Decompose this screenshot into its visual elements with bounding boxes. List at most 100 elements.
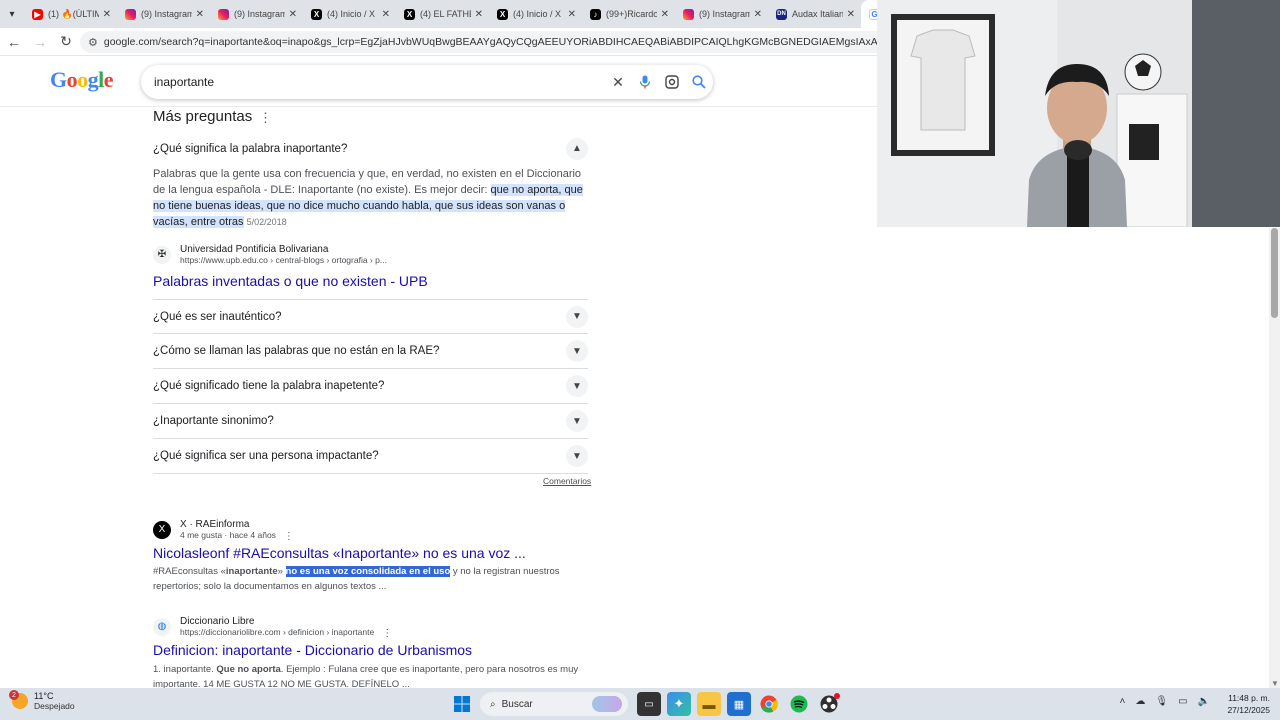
close-icon[interactable]: ✕ [475, 9, 483, 20]
tiktok-icon: ♪ [590, 8, 601, 20]
tab-0[interactable]: ▶ (1) 🔥(ÚLTIM ✕ [24, 0, 117, 28]
weather-widget[interactable]: 2 11°C Despejado [9, 690, 75, 711]
google-logo[interactable]: Google [50, 67, 114, 93]
paa-question-4[interactable]: ¿Inaportante sinonimo? ▼ [153, 404, 588, 439]
paa-question-text: ¿Cómo se llaman las palabras que no está… [153, 345, 440, 357]
scroll-down-icon[interactable]: ▼ [1271, 679, 1279, 688]
taskbar-search-label: Buscar [501, 698, 533, 710]
webcam-image [877, 0, 1280, 227]
close-icon[interactable]: ✕ [754, 9, 762, 20]
close-icon[interactable]: ✕ [103, 9, 111, 20]
x-icon: X [404, 8, 415, 20]
source-url: https://diccionariolibre.com › definicio… [180, 627, 375, 637]
close-icon[interactable]: ✕ [568, 9, 576, 20]
weather-condition: Despejado [34, 701, 75, 711]
taskbar-search[interactable]: ⌕ Buscar [480, 692, 628, 716]
tab-1[interactable]: (9) Instagram ✕ [117, 0, 210, 28]
chrome-icon[interactable] [757, 692, 781, 716]
chevron-down-icon[interactable]: ▼ [566, 305, 588, 328]
chevron-down-icon[interactable]: ▼ [566, 445, 588, 467]
close-icon[interactable]: ✕ [661, 9, 669, 20]
store-icon[interactable]: ▦ [727, 692, 751, 716]
notification-badge: 2 [9, 690, 19, 700]
answer-date: 5/02/2018 [246, 217, 287, 227]
youtube-icon: ▶ [32, 8, 43, 20]
reload-icon[interactable]: ↻ [54, 30, 78, 54]
source-url: https://www.upb.edu.co › central-blogs ›… [180, 255, 387, 265]
microphone-icon[interactable] [632, 69, 658, 95]
paa-question-text: ¿Inaportante sinonimo? [153, 415, 274, 427]
forward-icon[interactable]: → [28, 30, 52, 54]
back-icon[interactable]: ← [2, 30, 26, 54]
recording-dot-icon [834, 693, 840, 699]
tab-3[interactable]: X (4) Inicio / X ✕ [303, 0, 396, 28]
result-source[interactable]: X X · RAEinforma 4 me gusta · hace 4 año… [153, 517, 294, 542]
tab-8[interactable]: DN Audax Italiano ✕ [768, 0, 861, 28]
chevron-up-icon[interactable]: ▲ [566, 137, 588, 160]
windows-start-icon[interactable] [450, 692, 474, 716]
tab-2[interactable]: (9) Instagram ✕ [210, 0, 303, 28]
file-explorer-icon[interactable]: ▬ [697, 692, 721, 716]
address-bar[interactable]: ⚙ google.com/search?q=inaportante&oq=ina… [80, 31, 900, 53]
close-icon[interactable]: ✕ [382, 9, 390, 20]
taskbar-apps: ⌕ Buscar ▭ ✦ ▬ ▦ [450, 692, 844, 716]
tab-7[interactable]: (9) Instagram ✕ [675, 0, 768, 28]
system-tray: ˄ ☁ 🎙 ▭ 🔈 [1110, 696, 1210, 707]
lens-icon[interactable] [659, 69, 685, 95]
microphone-tray-icon[interactable]: 🎙 [1155, 696, 1168, 707]
paa-question-1[interactable]: ¿Qué es ser inauténtico? ▼ [153, 299, 588, 334]
paa-question-open[interactable]: ¿Qué significa la palabra inaportante? ▲ [153, 131, 588, 166]
paa-question-2[interactable]: ¿Cómo se llaman las palabras que no está… [153, 334, 588, 369]
result-snippet: #RAEconsultas «inaportante» no es una vo… [153, 566, 560, 592]
task-view-icon[interactable]: ▭ [637, 692, 661, 716]
tab-4[interactable]: X (4) EL FATHE ✕ [396, 0, 489, 28]
paa-question-text: ¿Qué es ser inauténtico? [153, 310, 282, 323]
clear-icon[interactable]: ✕ [605, 69, 631, 95]
show-hidden-icons-icon[interactable]: ˄ [1120, 696, 1126, 707]
result-link[interactable]: Nicolasleonf #RAEconsultas «Inaportante»… [153, 545, 526, 561]
close-icon[interactable]: ✕ [196, 9, 204, 20]
result-link[interactable]: Definicion: inaportante - Diccionario de… [153, 642, 472, 658]
x-icon: X [311, 8, 322, 20]
chevron-down-icon[interactable]: ▼ [566, 375, 588, 397]
more-options-icon[interactable]: ⋮ [284, 531, 294, 542]
source-name: Diccionario Libre [180, 616, 255, 627]
tab-search-icon[interactable]: ▾ [0, 0, 24, 28]
more-options-icon[interactable]: ⋮ [259, 110, 272, 126]
upb-logo-icon: ✠ [153, 245, 171, 264]
result-source[interactable]: ◍ Diccionario Libre https://diccionariol… [153, 614, 392, 639]
clock[interactable]: 11:48 p. m. 27/12/2025 [1227, 692, 1270, 716]
chevron-down-icon[interactable]: ▼ [566, 340, 588, 362]
webcam-overlay [877, 0, 1280, 227]
search-input[interactable]: inaportante [154, 75, 605, 89]
chevron-down-icon[interactable]: ▼ [566, 410, 588, 432]
cloud-icon[interactable]: ☁ [1135, 696, 1145, 707]
close-icon[interactable]: ✕ [289, 9, 297, 20]
clock-time: 11:48 p. m. [1228, 693, 1270, 703]
x-logo-icon: X [153, 520, 171, 539]
network-icon[interactable]: ▭ [1178, 696, 1187, 707]
obs-icon[interactable] [817, 692, 841, 716]
source-meta: 4 me gusta · hace 4 años [180, 530, 276, 540]
paa-question-5[interactable]: ¿Qué significa ser una persona impactant… [153, 439, 588, 474]
close-icon[interactable]: ✕ [847, 9, 855, 20]
copilot-icon[interactable]: ✦ [667, 692, 691, 716]
more-options-icon[interactable]: ⋮ [382, 628, 392, 639]
tab-5[interactable]: X (4) Inicio / X ✕ [489, 0, 582, 28]
spotify-icon[interactable] [787, 692, 811, 716]
scrollbar[interactable]: ▼ [1269, 228, 1280, 688]
volume-icon[interactable]: 🔈 [1198, 696, 1210, 707]
paa-heading: Más preguntas [153, 108, 253, 125]
paa-question-3[interactable]: ¿Qué significado tiene la palabra inapet… [153, 369, 588, 404]
scrollbar-thumb[interactable] [1271, 228, 1278, 318]
tab-6[interactable]: ♪ (99+)Ricardo ✕ [582, 0, 675, 28]
search-box[interactable]: inaportante ✕ [141, 65, 713, 99]
search-icon[interactable] [686, 69, 712, 95]
site-info-icon[interactable]: ⚙ [88, 36, 98, 49]
selected-text: no es una voz consolidada en el uso [285, 566, 451, 577]
comments-link[interactable]: Comentarios [543, 476, 591, 486]
paa-source[interactable]: ✠ Universidad Pontificia Bolivariana htt… [153, 244, 387, 265]
paa-result-link[interactable]: Palabras inventadas o que no existen - U… [153, 273, 428, 289]
search-icon: ⌕ [490, 698, 496, 710]
tab-title: (9) Instagram [141, 9, 192, 19]
